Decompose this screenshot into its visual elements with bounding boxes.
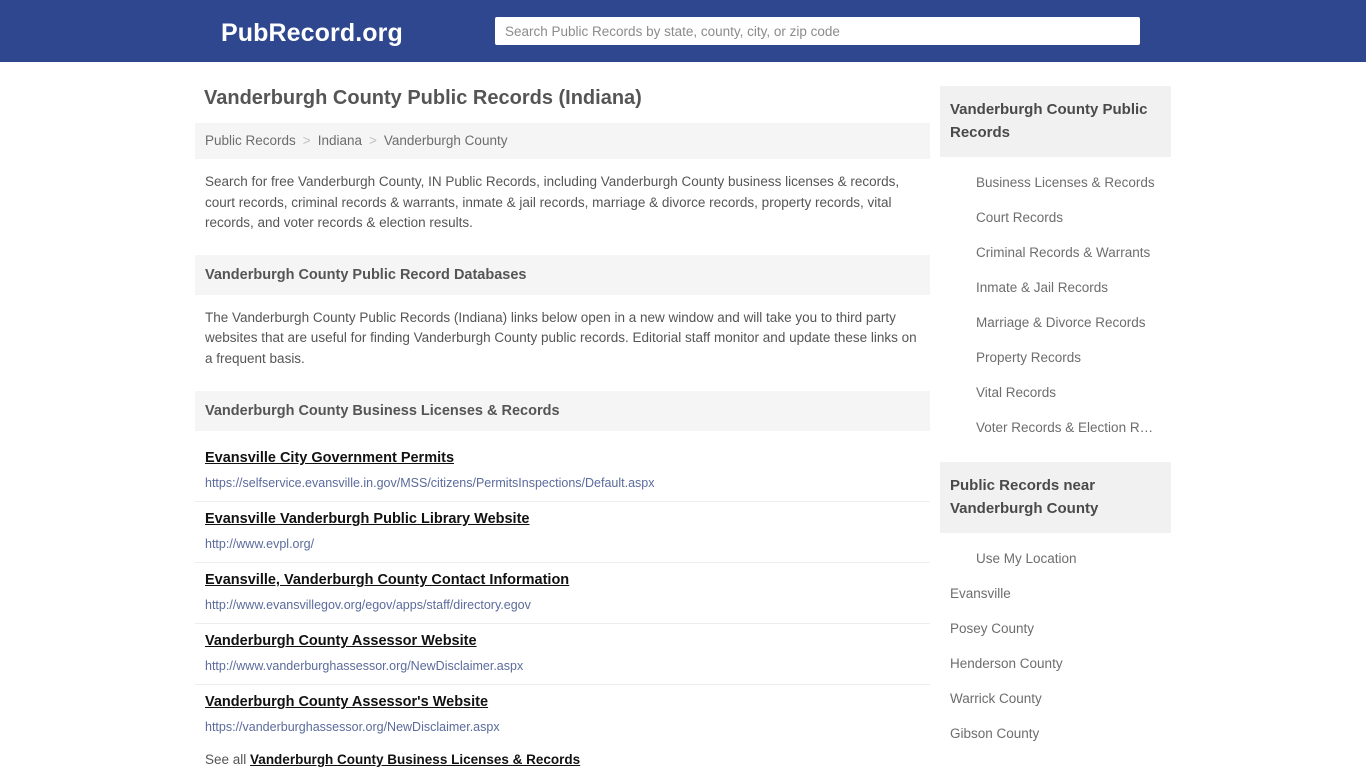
section-heading-databases: Vanderburgh County Public Record Databas… — [195, 254, 930, 295]
layout-container: Vanderburgh County Public Records (India… — [195, 62, 1171, 768]
breadcrumb-item-public-records[interactable]: Public Records — [205, 133, 296, 148]
see-all-row: See all Vanderburgh County Business Lice… — [195, 745, 930, 768]
list-item: Evansville City Government Permits https… — [195, 441, 930, 502]
sidebar-item-use-my-location[interactable]: Use My Location — [940, 541, 1171, 576]
list-item: Evansville, Vanderburgh County Contact I… — [195, 563, 930, 624]
breadcrumb-separator: > — [368, 133, 377, 148]
breadcrumb: Public Records > Indiana > Vanderburgh Count… — [195, 123, 930, 159]
sidebar-heading-records: Vanderburgh County Public Records — [940, 86, 1171, 157]
result-link-title[interactable]: Vanderburgh County Assessor Website — [205, 632, 477, 651]
sidebar-item-evansville[interactable]: Evansville — [940, 576, 1171, 611]
sidebar-item-business-licenses[interactable]: Business Licenses & Records — [940, 165, 1171, 200]
breadcrumb-item-vanderburgh-county: Vanderburgh County — [383, 133, 508, 148]
section-heading-business-licenses: Vanderburgh County Business Licenses & R… — [195, 391, 930, 431]
result-link-title[interactable]: Vanderburgh County Assessor's Website — [205, 693, 488, 712]
sidebar-nearby-list: Use My Location Evansville Posey County … — [940, 533, 1171, 751]
sidebar-block-records: Vanderburgh County Public Records Busine… — [940, 86, 1171, 445]
result-link-title[interactable]: Evansville City Government Permits — [205, 449, 454, 468]
sidebar: Vanderburgh County Public Records Busine… — [940, 62, 1171, 768]
sidebar-item-marriage-divorce-records[interactable]: Marriage & Divorce Records — [940, 305, 1171, 340]
search-input[interactable] — [495, 17, 1140, 45]
result-link-url[interactable]: http://www.evansvillegov.org/egov/apps/s… — [205, 597, 920, 614]
list-item: Vanderburgh County Assessor's Website ht… — [195, 685, 930, 745]
result-link-url[interactable]: https://vanderburghassessor.org/NewDiscl… — [205, 719, 920, 736]
sidebar-heading-nearby: Public Records near Vanderburgh County — [940, 462, 1171, 533]
sidebar-records-list: Business Licenses & Records Court Record… — [940, 157, 1171, 445]
result-link-url[interactable]: http://www.vanderburghassessor.org/NewDi… — [205, 658, 920, 675]
breadcrumb-item-indiana[interactable]: Indiana — [318, 133, 362, 148]
result-link-title[interactable]: Evansville, Vanderburgh County Contact I… — [205, 571, 569, 590]
sidebar-item-warrick-county[interactable]: Warrick County — [940, 681, 1171, 716]
intro-paragraph: Search for free Vanderburgh County, IN P… — [205, 174, 900, 230]
see-all-prefix: See all — [205, 752, 247, 767]
sidebar-item-property-records[interactable]: Property Records — [940, 340, 1171, 375]
page-body: Vanderburgh County Public Records (India… — [0, 62, 1366, 768]
result-link-url[interactable]: http://www.evpl.org/ — [205, 536, 920, 553]
sidebar-item-voter-records[interactable]: Voter Records & Election R… — [940, 410, 1171, 445]
page-title: Vanderburgh County Public Records (India… — [204, 87, 642, 109]
sidebar-item-gibson-county[interactable]: Gibson County — [940, 716, 1171, 751]
sidebar-item-posey-county[interactable]: Posey County — [940, 611, 1171, 646]
see-all-link[interactable]: Vanderburgh County Business Licenses & R… — [250, 752, 580, 767]
sidebar-item-henderson-county[interactable]: Henderson County — [940, 646, 1171, 681]
list-item: Vanderburgh County Assessor Website http… — [195, 624, 930, 685]
sidebar-item-court-records[interactable]: Court Records — [940, 200, 1171, 235]
sidebar-item-inmate-jail-records[interactable]: Inmate & Jail Records — [940, 270, 1171, 305]
sidebar-item-vital-records[interactable]: Vital Records — [940, 375, 1171, 410]
breadcrumb-separator: > — [302, 133, 311, 148]
list-item: Evansville Vanderburgh Public Library We… — [195, 502, 930, 563]
sidebar-item-criminal-records[interactable]: Criminal Records & Warrants — [940, 235, 1171, 270]
site-header: PubRecord.org — [0, 0, 1366, 62]
main-content: Vanderburgh County Public Records (India… — [195, 62, 930, 768]
result-link-title[interactable]: Evansville Vanderburgh Public Library We… — [205, 510, 529, 529]
result-link-url[interactable]: https://selfservice.evansville.in.gov/MS… — [205, 475, 920, 492]
search-bar — [495, 17, 1140, 45]
sidebar-block-nearby: Public Records near Vanderburgh County U… — [940, 462, 1171, 751]
databases-description: The Vanderburgh County Public Records (I… — [205, 309, 917, 366]
business-links-list: Evansville City Government Permits https… — [195, 441, 930, 745]
site-logo[interactable]: PubRecord.org — [221, 20, 403, 46]
